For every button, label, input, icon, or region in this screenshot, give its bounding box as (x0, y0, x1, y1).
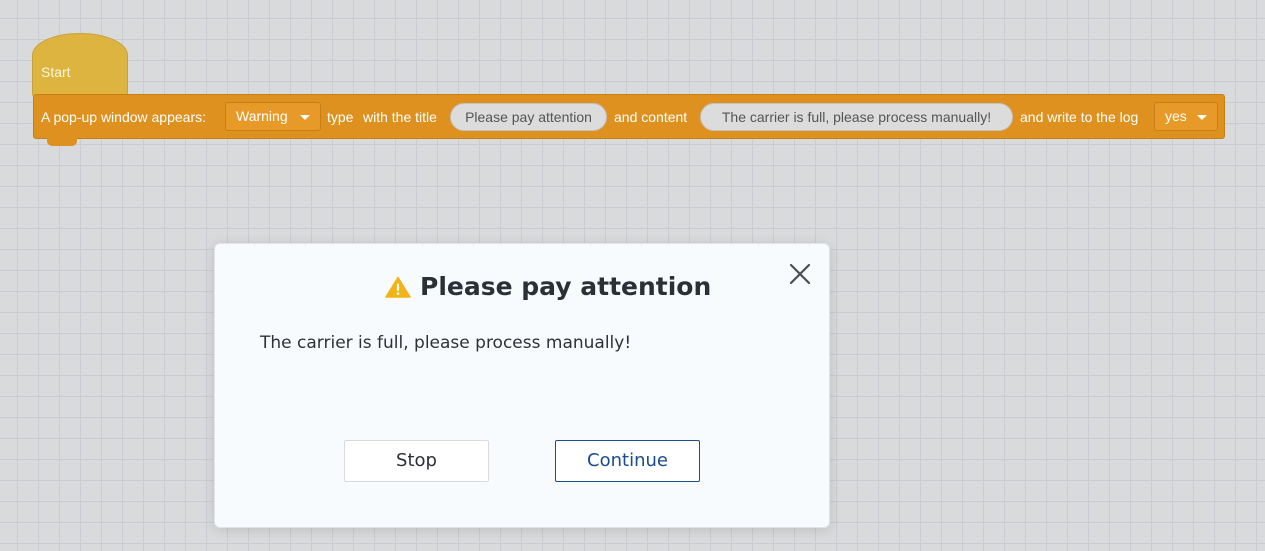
log-label: and write to the log (1020, 109, 1139, 125)
continue-button[interactable]: Continue (555, 440, 700, 482)
content-label: and content (614, 109, 688, 125)
start-block-label: Start (41, 64, 71, 80)
type-dropdown[interactable]: Warning (225, 102, 321, 131)
type-dropdown-value: Warning (236, 108, 288, 124)
chevron-down-icon (300, 115, 310, 120)
warning-triangle-icon (385, 276, 411, 298)
warning-dialog: Please pay attention The carrier is full… (214, 243, 830, 528)
dialog-message: The carrier is full, please process manu… (260, 333, 632, 353)
block-connector-notch (47, 136, 77, 146)
type-label: type (327, 109, 354, 125)
chevron-down-icon (1197, 115, 1207, 120)
dialog-title: Please pay attention (420, 272, 712, 301)
title-label: with the title (363, 109, 437, 125)
content-input[interactable]: The carrier is full, please process manu… (700, 103, 1013, 131)
block-prefix-text: A pop-up window appears: (41, 109, 206, 125)
title-input[interactable]: Please pay attention (450, 103, 607, 131)
popup-command-block[interactable]: A pop-up window appears: Warning type wi… (33, 94, 1225, 139)
stop-button[interactable]: Stop (344, 440, 489, 482)
dialog-header: Please pay attention (385, 272, 711, 301)
log-dropdown[interactable]: yes (1154, 102, 1218, 131)
close-icon[interactable] (788, 262, 812, 286)
start-block[interactable]: Start (32, 33, 128, 97)
log-dropdown-value: yes (1165, 108, 1187, 124)
